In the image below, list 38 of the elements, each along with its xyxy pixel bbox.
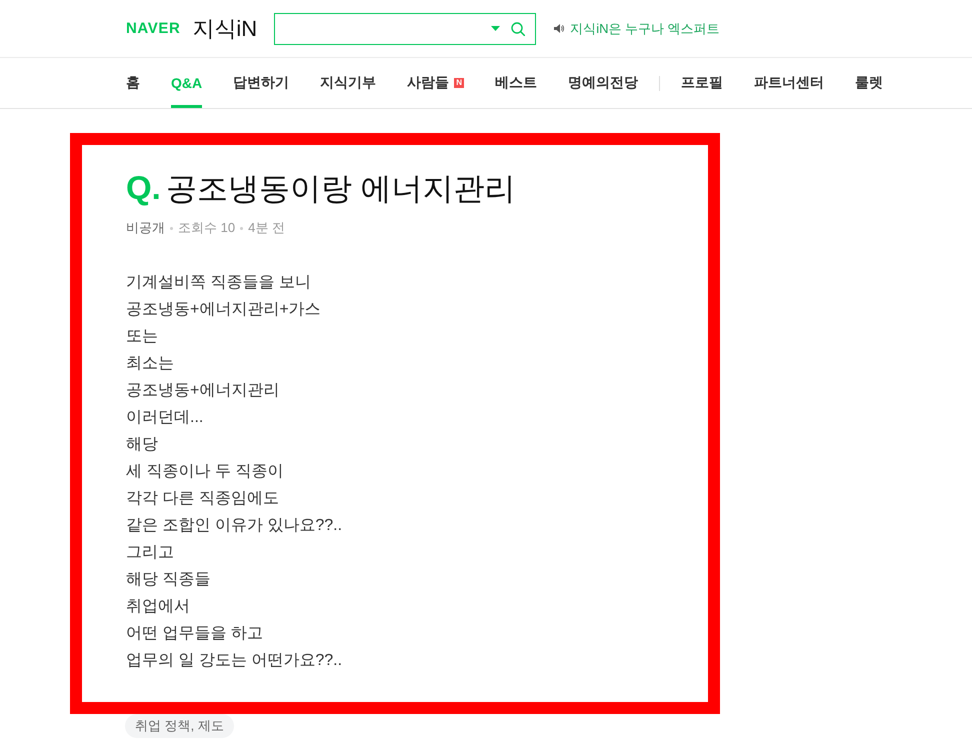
body-line: 해당 (126, 435, 159, 455)
nav-tab[interactable]: 룰렛 (855, 58, 884, 108)
body-line: 각각 다른 직종임에도 (126, 489, 280, 509)
body-line: 또는 (126, 327, 159, 347)
separator-dot-icon (170, 226, 173, 230)
search-field[interactable] (274, 12, 536, 44)
nav-tab[interactable]: 프로필 (681, 58, 724, 108)
question-title: 공조냉동이랑 에너지관리 (166, 170, 516, 208)
body-line: 이러던데... (126, 408, 204, 428)
body-line: 어떤 업무들을 하고 (126, 624, 264, 644)
meta-text: 비공개 (126, 219, 165, 237)
nav-tab[interactable]: 명예의전당 (568, 58, 638, 108)
nav-tab[interactable]: 답변하기 (233, 58, 290, 108)
body-line: 공조냉동+에너지관리 (126, 381, 280, 401)
body-line: 해당 직종들 (126, 570, 212, 590)
nav-tab[interactable]: 파트너센터 (754, 58, 824, 108)
body-line: 기계설비쪽 직종들을 보니 (126, 273, 312, 293)
nav-tab[interactable]: 베스트 (495, 58, 538, 108)
new-badge: N (454, 78, 464, 88)
body-line: 세 직종이나 두 직종이 (126, 462, 284, 482)
body-line: 그리고 (126, 543, 175, 563)
search-icon[interactable] (511, 22, 526, 36)
service-logo[interactable]: 지식iN (192, 14, 258, 44)
question-prefix: Q. (126, 168, 161, 208)
nav-tab[interactable]: 홈 (126, 58, 140, 108)
separator-dot-icon (240, 226, 244, 230)
caret-down-icon[interactable] (491, 26, 500, 31)
body-line: 업무의 일 강도는 어떤가요??.. (126, 651, 344, 671)
body-line: 같은 조합인 이유가 있나요??.. (126, 516, 344, 536)
body-line: 취업에서 (126, 597, 191, 617)
meta-text: 4분 전 (248, 219, 285, 237)
meta-text: 조회수 10 (178, 219, 236, 237)
nav-tab[interactable]: 사람들 N (407, 58, 464, 108)
tag-chip[interactable]: 취업 정책, 제도 (125, 714, 234, 738)
body-line: 최소는 (126, 354, 175, 374)
nav-tab[interactable]: 지식기부 (320, 58, 376, 108)
body-line: 공조냉동+에너지관리+가스 (126, 300, 322, 320)
speaker-icon (554, 24, 564, 33)
